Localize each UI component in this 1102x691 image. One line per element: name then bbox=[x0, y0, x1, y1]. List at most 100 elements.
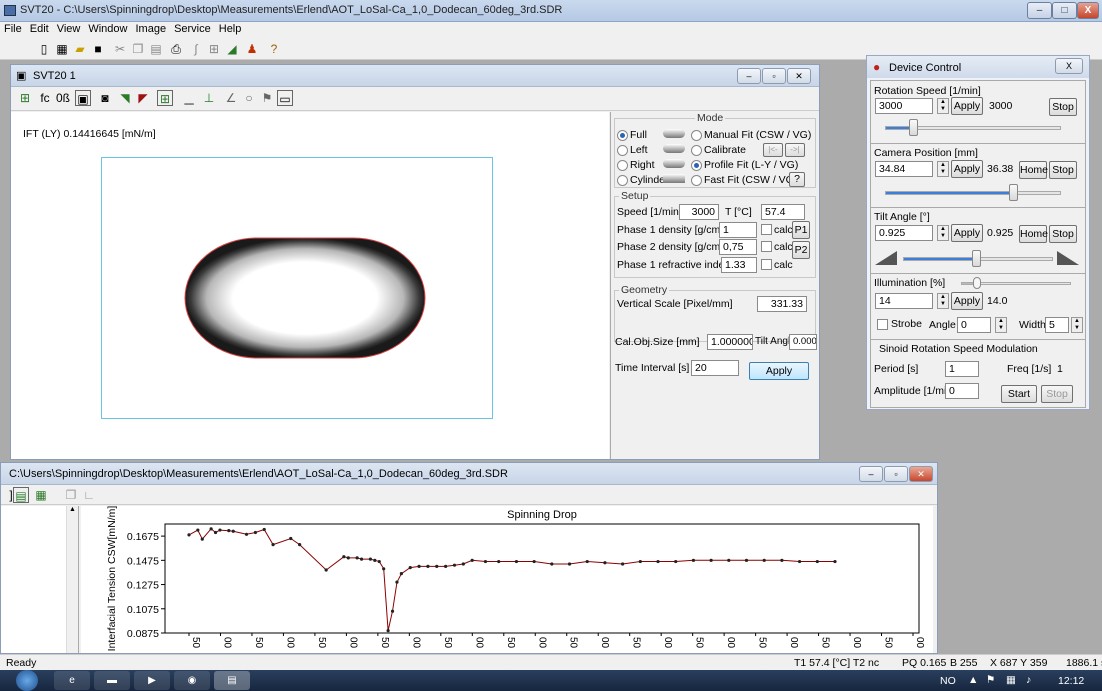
radio-manual-fit[interactable] bbox=[691, 130, 702, 141]
graph-close-button[interactable]: ✕ bbox=[909, 466, 933, 482]
frame-icon[interactable]: ▭ bbox=[277, 90, 293, 106]
tilt-angle-input[interactable]: 0.0000( bbox=[789, 334, 817, 350]
p1-button[interactable]: P1 bbox=[792, 221, 810, 239]
graph-child-title-bar[interactable]: C:\Users\Spinningdrop\Desktop\Measuremen… bbox=[1, 463, 937, 485]
graph-list-pane[interactable]: ▲ bbox=[1, 506, 79, 653]
device-title-bar[interactable]: ● Device Control X bbox=[867, 56, 1089, 78]
table-view-icon[interactable]: ▤ bbox=[13, 487, 29, 503]
tray-flag-icon[interactable]: ⚑ bbox=[986, 674, 995, 686]
ift-chart[interactable]: Spinning Drop Interfacial Tension CSW[mN/… bbox=[81, 506, 933, 653]
tray-arrow-icon[interactable]: ▲ bbox=[968, 674, 978, 686]
tilt-stop-button[interactable]: Stop bbox=[1049, 225, 1077, 243]
paste-icon[interactable]: ▤ bbox=[148, 41, 164, 57]
taskbar-explorer-icon[interactable]: ▬ bbox=[94, 671, 130, 690]
camera-stop-button[interactable]: Stop bbox=[1049, 161, 1077, 179]
graph-minimize-button[interactable]: – bbox=[859, 466, 883, 482]
list-scrollbar[interactable]: ▲ bbox=[66, 506, 78, 653]
tilt-slider-thumb[interactable] bbox=[972, 250, 981, 267]
menu-edit[interactable]: Edit bbox=[26, 22, 53, 35]
tool-c-icon[interactable]: ◢ bbox=[224, 41, 240, 57]
svt-child-title-bar[interactable]: ▣ SVT20 1 – ▫ ✕ bbox=[11, 65, 819, 87]
help-icon[interactable]: ? bbox=[266, 41, 282, 57]
snapshot-icon[interactable]: ◙ bbox=[97, 90, 113, 106]
brush-red-icon[interactable]: ◤ bbox=[135, 90, 151, 106]
tilt-input[interactable]: 0.925 bbox=[875, 225, 933, 241]
copy-icon[interactable]: ❐ bbox=[130, 41, 146, 57]
vscale-input[interactable]: 331.33 bbox=[757, 296, 807, 312]
baseline-icon[interactable]: ⊥ bbox=[201, 90, 217, 106]
person-icon[interactable]: ♟ bbox=[244, 41, 260, 57]
svt-apply-button[interactable]: Apply bbox=[749, 362, 809, 380]
phase2-input[interactable]: 0,75 bbox=[719, 239, 757, 255]
rotation-spinner[interactable]: ▲ ▼ bbox=[937, 98, 949, 114]
temp-input[interactable]: 57.4 bbox=[761, 204, 805, 220]
image-view[interactable]: IFT (LY) 0.14416645 [mN/m] bbox=[11, 112, 609, 459]
time-interval-input[interactable]: 20 bbox=[691, 360, 739, 376]
refr-calc-checkbox[interactable] bbox=[761, 259, 772, 270]
camera-slider[interactable] bbox=[885, 191, 1061, 195]
radio-calibrate[interactable] bbox=[691, 145, 702, 156]
tilt-apply-button[interactable]: Apply bbox=[951, 224, 983, 242]
new-file-icon[interactable]: ▯ bbox=[36, 41, 52, 57]
calobj-input[interactable]: 1.000000 bbox=[707, 334, 753, 350]
ellipse-icon[interactable]: ○ bbox=[241, 90, 257, 106]
angle-icon[interactable]: ∠ bbox=[223, 90, 239, 106]
menu-service[interactable]: Service bbox=[170, 22, 215, 35]
save-icon[interactable]: ■ bbox=[90, 41, 106, 57]
calib-prev-button[interactable]: |<- bbox=[763, 143, 783, 157]
grid-icon[interactable]: ▦ bbox=[54, 41, 70, 57]
menu-window[interactable]: Window bbox=[84, 22, 131, 35]
tool-b-icon[interactable]: ⊞ bbox=[206, 41, 222, 57]
taskbar-app-icon[interactable]: ◉ bbox=[174, 671, 210, 690]
menu-view[interactable]: View bbox=[53, 22, 85, 35]
width-spinner[interactable]: ▲ ▼ bbox=[1071, 317, 1083, 333]
rotation-stop-button[interactable]: Stop bbox=[1049, 98, 1077, 116]
rotation-input[interactable]: 3000 bbox=[875, 98, 933, 114]
speed-input[interactable]: 3000 bbox=[679, 204, 719, 220]
radio-right[interactable] bbox=[617, 160, 628, 171]
tray-network-icon[interactable]: ▦ bbox=[1006, 674, 1016, 686]
menu-file[interactable]: File bbox=[0, 22, 26, 35]
sinoid-stop-button[interactable]: Stop bbox=[1041, 385, 1073, 403]
phase2-calc-checkbox[interactable] bbox=[761, 241, 772, 252]
angle-spinner[interactable]: ▲ ▼ bbox=[995, 317, 1007, 333]
scroll-up-icon[interactable]: ▲ bbox=[69, 506, 76, 513]
camera-spinner[interactable]: ▲ ▼ bbox=[937, 161, 949, 177]
refr-input[interactable]: 1.33 bbox=[721, 257, 757, 273]
zero-b-icon[interactable]: 0ß bbox=[55, 90, 71, 106]
camera-live-icon[interactable]: ▣ bbox=[75, 90, 91, 106]
device-close-button[interactable]: X bbox=[1055, 58, 1083, 74]
axis-icon[interactable]: ∟ bbox=[81, 487, 97, 503]
tool-a-icon[interactable]: ∫ bbox=[188, 41, 204, 57]
taskbar-ie-icon[interactable]: e bbox=[54, 671, 90, 690]
taskbar-svt-icon[interactable]: ▤ bbox=[214, 671, 250, 690]
angle-input[interactable]: 0 bbox=[957, 317, 991, 333]
graph-restore-button[interactable]: ▫ bbox=[884, 466, 908, 482]
copy-graph-icon[interactable]: ❐ bbox=[63, 487, 79, 503]
radio-left[interactable] bbox=[617, 145, 628, 156]
maximize-button[interactable]: □ bbox=[1052, 2, 1077, 19]
minimize-button[interactable]: – bbox=[1027, 2, 1052, 19]
main-title-bar[interactable]: SVT20 - C:\Users\Spinningdrop\Desktop\Me… bbox=[0, 0, 1102, 22]
cut-icon[interactable]: ✂ bbox=[112, 41, 128, 57]
radio-full[interactable] bbox=[617, 130, 628, 141]
fit-icon[interactable]: ⊞ bbox=[17, 90, 33, 106]
tilt-home-button[interactable]: Home bbox=[1019, 225, 1048, 243]
radio-cylinder[interactable] bbox=[617, 175, 628, 186]
width-input[interactable]: 5 bbox=[1045, 317, 1069, 333]
camera-home-button[interactable]: Home bbox=[1019, 161, 1048, 179]
phase1-calc-checkbox[interactable] bbox=[761, 224, 772, 235]
illum-spinner[interactable]: ▲ ▼ bbox=[937, 293, 949, 309]
svt-restore-button[interactable]: ▫ bbox=[762, 68, 786, 84]
camera-apply-button[interactable]: Apply bbox=[951, 160, 983, 178]
histogram-icon[interactable]: ▁ bbox=[181, 90, 197, 106]
list-view-icon[interactable]: ▦ bbox=[33, 487, 49, 503]
radio-fast-fit[interactable] bbox=[691, 175, 702, 186]
illum-input[interactable]: 14 bbox=[875, 293, 933, 309]
open-folder-icon[interactable]: ▰ bbox=[72, 41, 88, 57]
illum-slider-thumb[interactable] bbox=[973, 277, 981, 289]
svt-minimize-button[interactable]: – bbox=[737, 68, 761, 84]
start-button[interactable] bbox=[16, 670, 38, 691]
tilt-spinner[interactable]: ▲ ▼ bbox=[937, 225, 949, 241]
menu-image[interactable]: Image bbox=[131, 22, 170, 35]
